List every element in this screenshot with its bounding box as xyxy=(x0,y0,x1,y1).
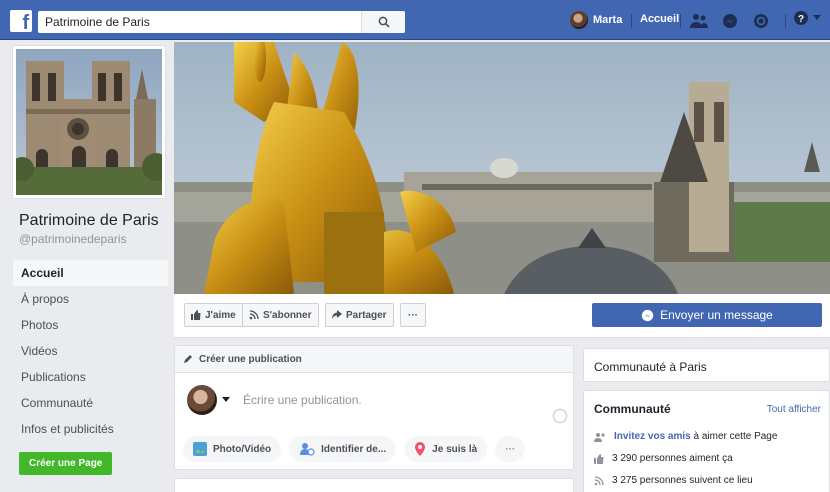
notifications-icon xyxy=(754,14,768,28)
notre-dame-photo xyxy=(16,49,162,195)
create-post-header[interactable]: Créer une publication xyxy=(175,346,573,373)
more-options-button[interactable]: ··· xyxy=(495,436,526,462)
nav-item-photos[interactable]: Photos xyxy=(13,312,168,338)
page-username[interactable]: @patrimoinedeparis xyxy=(13,232,168,246)
create-post-title: Créer une publication xyxy=(199,353,302,365)
user-name: Marta xyxy=(593,14,623,26)
facebook-logo-icon[interactable]: f xyxy=(10,10,32,32)
likes-row: 3 290 personnes aiment ça xyxy=(594,453,733,464)
nav-divider xyxy=(680,14,681,28)
share-label: Partager xyxy=(346,309,387,321)
share-arrow-icon xyxy=(332,310,342,319)
follow-label: S'abonner xyxy=(263,309,312,321)
top-icons-group xyxy=(688,10,772,32)
search-input[interactable] xyxy=(38,11,361,33)
next-post-card xyxy=(174,478,574,492)
top-navigation-bar: f Marta Accueil ? xyxy=(0,0,830,40)
nav-divider xyxy=(631,14,632,28)
share-button[interactable]: Partager xyxy=(325,303,394,327)
help-icon: ? xyxy=(794,11,808,25)
friends-icon xyxy=(690,14,708,28)
help-menu-button[interactable]: ? xyxy=(793,10,821,26)
nav-divider xyxy=(785,14,786,28)
cover-photo[interactable] xyxy=(174,42,830,294)
svg-text:?: ? xyxy=(798,14,804,25)
left-sidebar: Patrimoine de Paris @patrimoinedeparis A… xyxy=(13,46,168,475)
likes-count: 3 290 personnes aiment ça xyxy=(612,453,733,464)
rss-icon xyxy=(594,475,604,485)
tag-friends-button[interactable]: Identifier de... xyxy=(289,436,397,462)
thumbs-up-icon xyxy=(191,310,201,320)
user-avatar xyxy=(570,11,588,29)
page-action-bar: J'aime S'abonner Partager ··· Envoyer un… xyxy=(174,294,830,338)
like-button[interactable]: J'aime xyxy=(184,303,243,327)
composer-body: Écrire une publication. xyxy=(175,373,573,431)
community-paris-label: Communauté à Paris xyxy=(594,360,707,374)
more-button[interactable]: ··· xyxy=(400,303,426,327)
invite-text: à aimer cette Page xyxy=(693,431,778,442)
page-profile-picture[interactable] xyxy=(13,46,165,198)
follow-button[interactable]: S'abonner xyxy=(242,303,319,327)
composer-actions: Photo/Vidéo Identifier de... Je suis là … xyxy=(183,436,526,462)
nav-item-about[interactable]: À propos xyxy=(13,286,168,312)
caret-down-icon xyxy=(813,15,821,20)
emoji-icon[interactable] xyxy=(553,409,567,423)
paris-opera-statue-photo xyxy=(174,42,830,294)
follows-count: 3 275 personnes suivent ce lieu xyxy=(612,475,753,486)
community-card: Communauté Tout afficher Invitez vos ami… xyxy=(583,390,830,492)
invite-friends-link[interactable]: Invitez vos amis xyxy=(614,431,691,442)
composer-avatar xyxy=(187,385,217,415)
check-in-label: Je suis là xyxy=(432,443,478,455)
nav-item-home[interactable]: Accueil xyxy=(13,260,168,286)
photo-icon xyxy=(193,442,207,456)
home-link[interactable]: Accueil xyxy=(640,13,679,25)
nav-item-posts[interactable]: Publications xyxy=(13,364,168,390)
more-label: ··· xyxy=(408,309,418,321)
tag-people-icon xyxy=(300,443,315,456)
create-page-button[interactable]: Créer une Page xyxy=(19,452,113,475)
photo-video-label: Photo/Vidéo xyxy=(213,443,272,455)
check-in-button[interactable]: Je suis là xyxy=(404,436,488,462)
post-text-input[interactable]: Écrire une publication. xyxy=(243,393,362,407)
search-box xyxy=(38,11,405,33)
pencil-icon xyxy=(184,355,192,363)
location-pin-icon xyxy=(415,442,426,456)
search-icon xyxy=(378,16,390,28)
follows-row: 3 275 personnes suivent ce lieu xyxy=(594,475,753,486)
rss-icon xyxy=(249,310,259,320)
create-post-card: Créer une publication Écrire une publica… xyxy=(174,345,574,470)
nav-item-info-ads[interactable]: Infos et publicités xyxy=(13,416,168,442)
messenger-icon xyxy=(723,14,737,28)
search-button[interactable] xyxy=(361,11,405,33)
community-paris-card[interactable]: Communauté à Paris xyxy=(583,348,830,382)
user-profile-link[interactable]: Marta xyxy=(570,11,622,29)
invite-friends-icon xyxy=(594,432,605,442)
caret-down-icon[interactable] xyxy=(222,397,230,402)
nav-item-community[interactable]: Communauté xyxy=(13,390,168,416)
photo-video-button[interactable]: Photo/Vidéo xyxy=(183,436,282,462)
messenger-icon xyxy=(641,309,654,321)
page-navigation: Accueil À propos Photos Vidéos Publicati… xyxy=(13,260,168,442)
send-message-button[interactable]: Envoyer un message xyxy=(592,303,822,327)
page-title: Patrimoine de Paris xyxy=(19,212,159,229)
tag-friends-label: Identifier de... xyxy=(321,443,387,455)
invite-row: Invitez vos amis à aimer cette Page xyxy=(594,431,777,442)
like-label: J'aime xyxy=(205,309,236,321)
send-message-label: Envoyer un message xyxy=(660,308,773,322)
notifications-button[interactable] xyxy=(750,10,772,32)
thumbs-up-icon xyxy=(594,453,604,464)
nav-item-videos[interactable]: Vidéos xyxy=(13,338,168,364)
messenger-button[interactable] xyxy=(719,10,741,32)
see-all-link[interactable]: Tout afficher xyxy=(767,404,821,415)
more-options-label: ··· xyxy=(505,443,516,455)
friend-requests-button[interactable] xyxy=(688,10,710,32)
community-title: Communauté xyxy=(594,402,671,416)
